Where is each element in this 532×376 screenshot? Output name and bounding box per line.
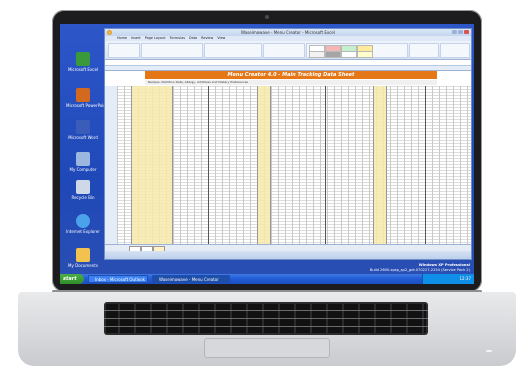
taskbar-item-excel[interactable]: Waseimowave - Menu Creator — [152, 275, 230, 283]
desktop-screen: Microsoft Excel Microsoft PowerPoint Mic… — [60, 24, 474, 284]
taskbar-item-outlook[interactable]: Inbox - Microsoft Outlook — [88, 275, 148, 283]
ribbon-group-font[interactable] — [141, 43, 203, 58]
computer-icon — [76, 152, 90, 166]
group-divider — [425, 86, 426, 246]
ribbon-group-clipboard[interactable] — [108, 43, 140, 58]
group-divider — [208, 86, 209, 246]
trackpad[interactable] — [204, 338, 330, 358]
ribbon-group-number[interactable] — [263, 43, 305, 58]
sheet-banner-title: Menu Creator 4.0 - Main Tracking Data Sh… — [145, 71, 437, 79]
desktop-icon-label: My Computer — [69, 167, 97, 172]
taskbar: start Inbox - Microsoft Outlook Waseimow… — [60, 274, 474, 284]
close-button[interactable] — [464, 30, 469, 34]
style-explanatory[interactable] — [341, 51, 357, 58]
os-watermark-build: Build 2600.xpsp_sp2_gdr.070227-2254 (Ser… — [369, 267, 470, 272]
sheet-tabs — [105, 244, 471, 252]
yellow-column-b[interactable] — [373, 86, 387, 246]
ribbon-group-cells[interactable] — [409, 43, 439, 58]
worksheet[interactable]: Menu Creator 4.0 - Main Tracking Data Sh… — [105, 66, 471, 249]
sheet-sub-banner: Recipes, Nutrition Data, Allergy, Additi… — [145, 80, 437, 85]
keyboard-row-gap — [104, 310, 428, 311]
desktop-icon-label: Microsoft PowerPoint — [66, 103, 108, 108]
desktop-icon-excel[interactable]: Microsoft Excel — [66, 52, 100, 72]
desktop-icon-label: Microsoft Excel — [67, 67, 99, 72]
desktop-icon-word[interactable]: Microsoft Word — [66, 120, 100, 140]
desktop-icon-label: Microsoft Word — [68, 135, 98, 140]
desktop-icon-label: Recycle Bin — [71, 195, 95, 200]
keyboard-row-gap — [104, 326, 428, 327]
minimize-button[interactable] — [452, 30, 457, 34]
ribbon — [105, 41, 471, 60]
style-input[interactable] — [357, 51, 373, 58]
sleep-indicator-light — [486, 350, 492, 352]
system-tray: 12:37 — [422, 274, 474, 284]
style-check-cell[interactable] — [325, 51, 341, 58]
maximize-button[interactable] — [458, 30, 463, 34]
desktop-icon-recycle[interactable]: Recycle Bin — [66, 180, 100, 200]
window-title: Waseimowave - Menu Creator - Microsoft E… — [241, 30, 335, 35]
yellow-column-a[interactable] — [257, 86, 271, 246]
ie-icon — [76, 214, 90, 228]
powerpoint-icon — [76, 88, 90, 102]
desktop-icon-label: My Documents — [68, 263, 98, 268]
ribbon-group-styles[interactable] — [306, 43, 408, 58]
laptop-lid: Microsoft Excel Microsoft PowerPoint Mic… — [52, 10, 482, 292]
desktop-icon-powerpoint[interactable]: Microsoft PowerPoint — [66, 88, 108, 108]
office-button-icon[interactable] — [107, 30, 112, 35]
desktop-icon-computer[interactable]: My Computer — [66, 152, 100, 172]
laptop-base — [18, 292, 516, 366]
excel-icon — [76, 52, 90, 66]
ribbon-group-alignment[interactable] — [204, 43, 262, 58]
yellow-column-dish-name[interactable] — [131, 86, 173, 246]
clock[interactable]: 12:37 — [459, 276, 471, 281]
desktop-icon-ie[interactable]: Internet Explorer — [66, 214, 100, 234]
keyboard-row-gap — [104, 318, 428, 319]
excel-window: Waseimowave - Menu Creator - Microsoft E… — [104, 28, 472, 260]
window-titlebar[interactable]: Waseimowave - Menu Creator - Microsoft E… — [105, 29, 471, 36]
desktop-icon-label: Internet Explorer — [66, 229, 100, 234]
group-divider — [325, 86, 326, 246]
word-icon — [76, 120, 90, 134]
ribbon-group-editing[interactable] — [440, 43, 470, 58]
folder-icon — [76, 248, 90, 262]
start-button[interactable]: start — [60, 274, 84, 284]
desktop-icon-documents[interactable]: My Documents — [66, 248, 100, 268]
os-watermark: Windows XP Professional Build 2600.xpsp_… — [370, 263, 470, 272]
window-controls — [452, 30, 469, 34]
style-calculation[interactable] — [309, 51, 325, 58]
status-bar — [105, 251, 471, 259]
recycle-bin-icon — [76, 180, 90, 194]
camera-icon — [265, 15, 269, 19]
